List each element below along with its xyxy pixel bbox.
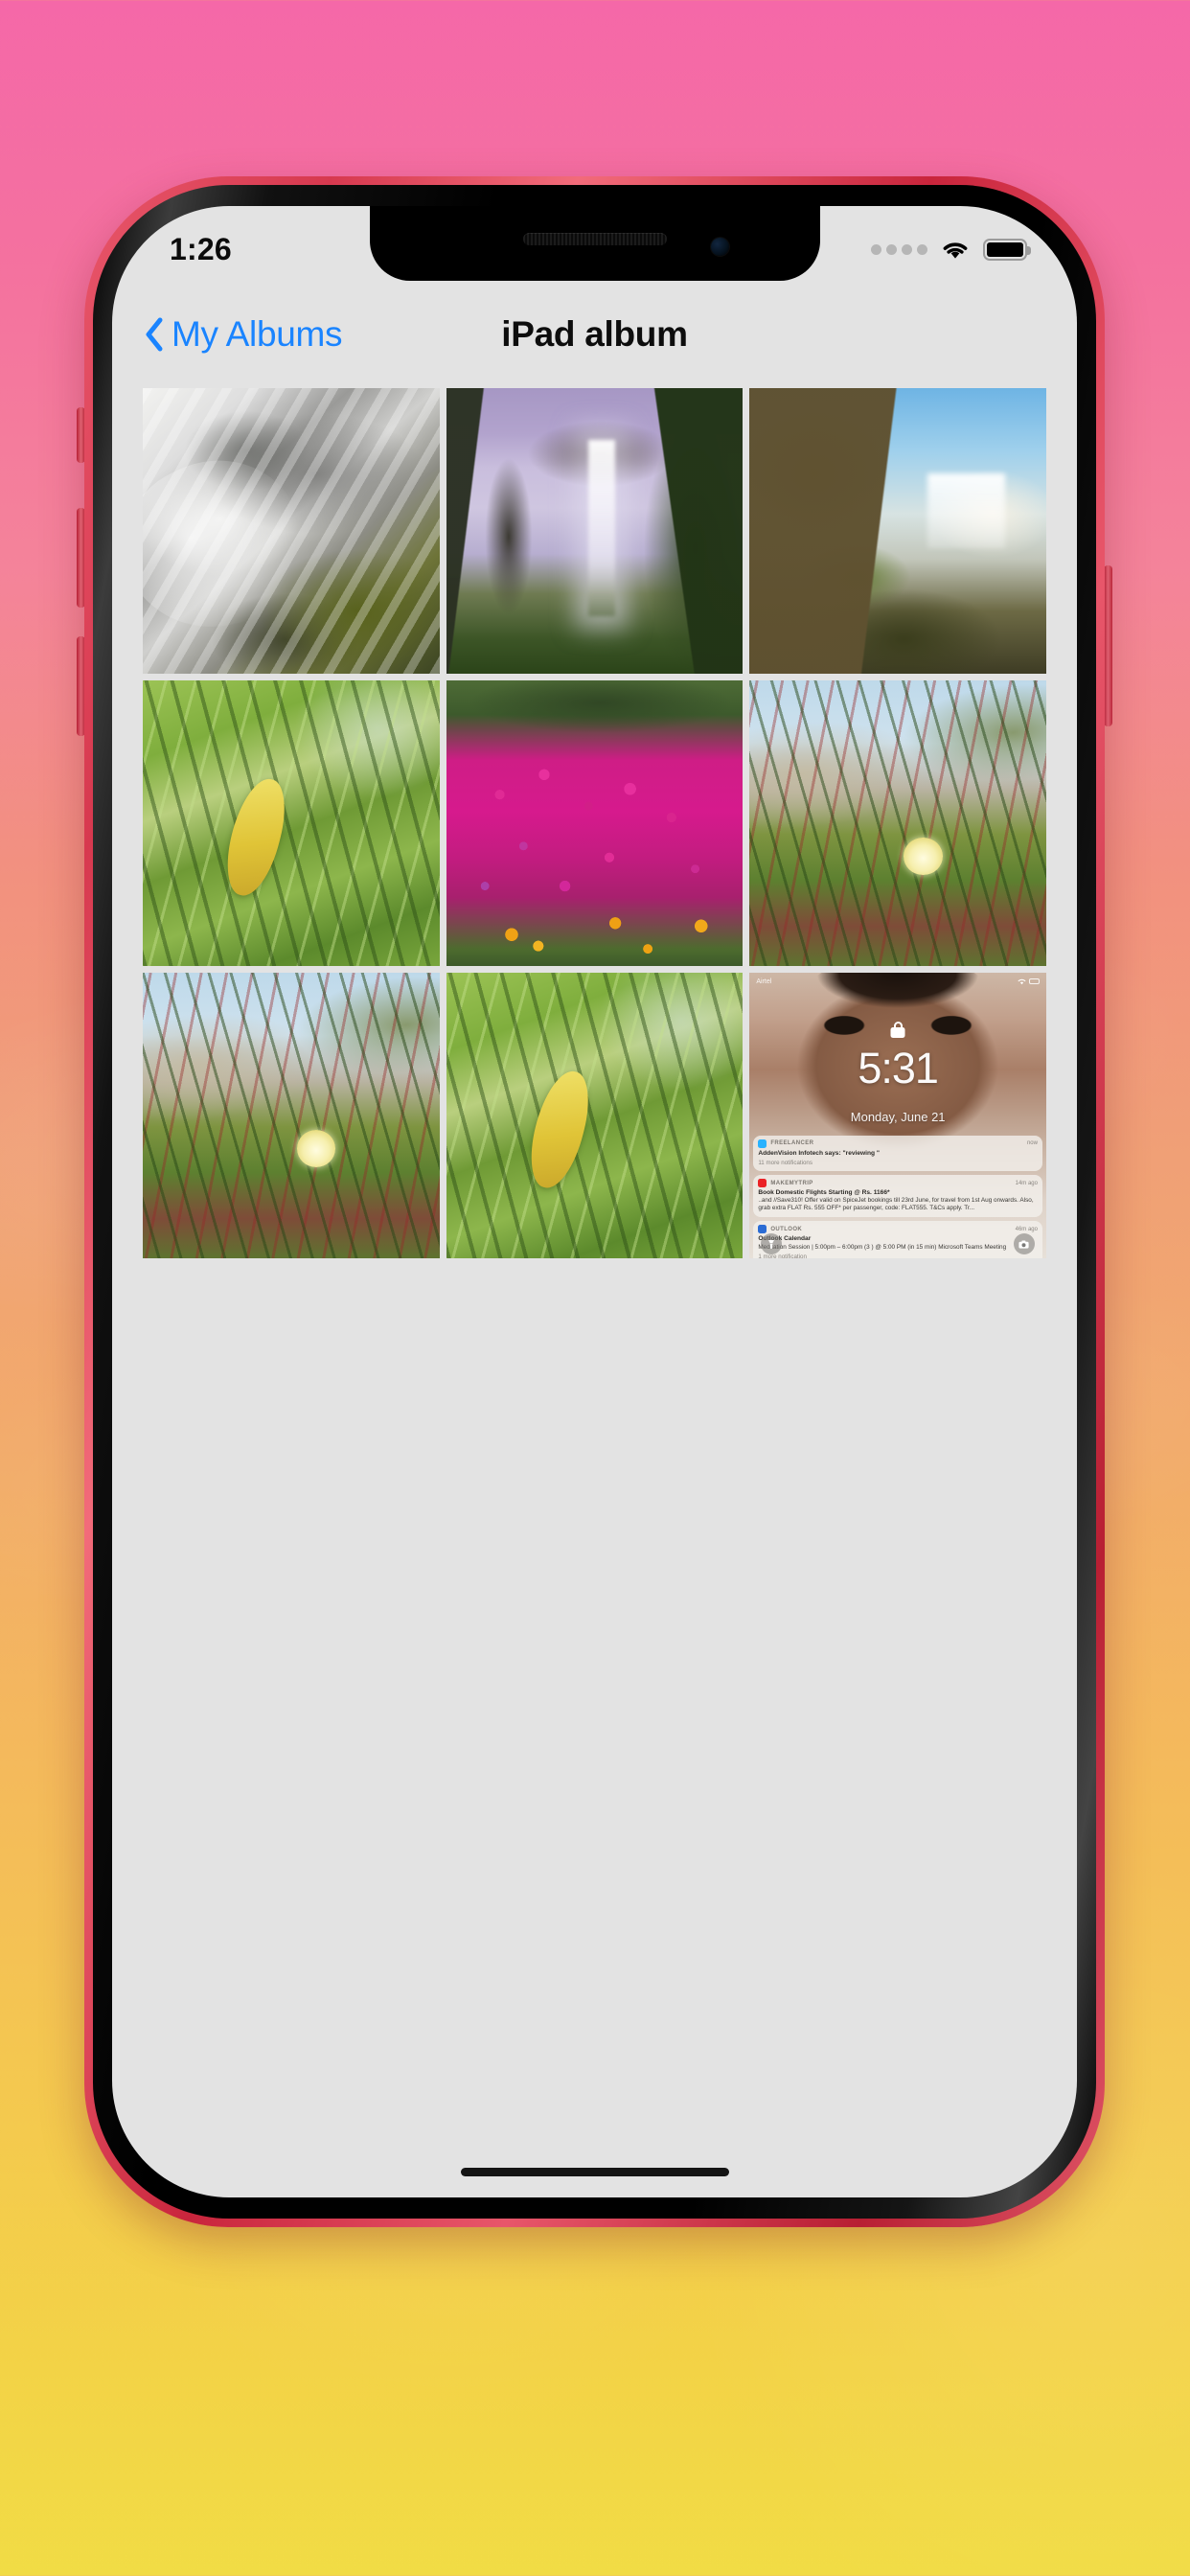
status-bar-time: 1:26 (170, 231, 232, 266)
notification-card: MAKEMYTRIP 14m ago Book Domestic Flights… (753, 1175, 1042, 1218)
notification-body: ..and //Save310! Offer valid on SpiceJet… (758, 1197, 1034, 1212)
photo-thumbnail-4[interactable] (143, 680, 440, 966)
photo-artwork (446, 973, 744, 1258)
photo-artwork (143, 388, 440, 674)
lockscreen-status-bar: Airtel (749, 976, 1046, 987)
notification-title: Book Domestic Flights Starting @ Rs. 116… (758, 1189, 890, 1197)
lock-icon (890, 1021, 905, 1038)
lockscreen-date: Monday, June 21 (850, 1110, 946, 1125)
photo-artwork (446, 680, 744, 966)
lockscreen-notification-list: FREELANCER now AddenVision Infotech says… (753, 1135, 1042, 1258)
notification-app-name: OUTLOOK (770, 1226, 803, 1232)
lockscreen-time: 5:31 (858, 1044, 939, 1093)
notification-more-count: 11 more notifications (758, 1160, 812, 1167)
app-icon-freelancer (758, 1138, 767, 1148)
app-icon-makemytrip (758, 1179, 767, 1188)
wifi-icon (1018, 978, 1026, 984)
chevron-left-icon (146, 317, 163, 352)
status-bar: 1:26 (112, 206, 1077, 281)
photo-artwork: Airtel 5:31 Monday, June 21 FREELANCER n… (749, 973, 1046, 1258)
photo-artwork (749, 680, 1046, 966)
battery-icon (983, 238, 1031, 261)
device-bezel: 1:26 My Albums iPad album Airtel 5:31 Mo… (93, 185, 1096, 2219)
notification-app-name: MAKEMYTRIP (770, 1180, 813, 1186)
photo-artwork (749, 388, 1046, 674)
notification-header: OUTLOOK 46m ago (758, 1225, 1038, 1234)
photo-thumbnail-8[interactable] (446, 973, 744, 1258)
battery-icon (1028, 978, 1040, 984)
photo-thumbnail-3[interactable] (749, 388, 1046, 674)
photo-thumbnail-5[interactable] (446, 680, 744, 966)
photo-thumbnail-6[interactable] (749, 680, 1046, 966)
photo-artwork (446, 388, 744, 674)
home-indicator[interactable] (460, 2168, 729, 2176)
photo-artwork (143, 973, 440, 1258)
power-button[interactable] (1104, 565, 1112, 726)
lockscreen-carrier: Airtel (756, 978, 772, 985)
notification-card: OUTLOOK 46m ago Outlook Calendar Meditat… (753, 1221, 1042, 1258)
cellular-signal-icon (871, 243, 927, 255)
wifi-icon (943, 242, 968, 259)
photo-thumbnail-7[interactable] (143, 973, 440, 1258)
iphone-device-frame: 1:26 My Albums iPad album Airtel 5:31 Mo… (84, 176, 1105, 2227)
notification-timestamp: 46m ago (1015, 1226, 1038, 1232)
notification-header: MAKEMYTRIP 14m ago (758, 1179, 1038, 1188)
photo-thumbnail-2[interactable] (446, 388, 744, 674)
photo-artwork (143, 680, 440, 966)
device-screen: 1:26 My Albums iPad album Airtel 5:31 Mo… (112, 206, 1077, 2197)
notification-card: FREELANCER now AddenVision Infotech says… (753, 1135, 1042, 1172)
notification-body: Meditation Session | 5:00pm – 6:00pm (3 … (758, 1243, 1007, 1251)
photo-thumbnail-1[interactable] (143, 388, 440, 674)
notification-timestamp: now (1026, 1140, 1038, 1147)
app-icon-outlook (758, 1225, 767, 1234)
notification-header: FREELANCER now (758, 1138, 1038, 1148)
notification-title: AddenVision Infotech says: "reviewing " (758, 1149, 881, 1157)
notification-app-name: FREELANCER (770, 1140, 814, 1147)
back-button-label: My Albums (172, 314, 343, 354)
notification-more-count: 1 more notification (758, 1253, 807, 1258)
photo-thumbnail-9-lockscreen[interactable]: Airtel 5:31 Monday, June 21 FREELANCER n… (749, 973, 1046, 1258)
navigation-bar: My Albums iPad album (112, 281, 1077, 388)
notification-title: Outlook Calendar (758, 1235, 812, 1243)
status-bar-indicators (871, 238, 1031, 261)
back-button-my-albums[interactable]: My Albums (145, 314, 343, 355)
lockscreen-status-icons (1018, 978, 1040, 985)
notification-timestamp: 14m ago (1015, 1180, 1038, 1186)
photo-grid: Airtel 5:31 Monday, June 21 FREELANCER n… (112, 388, 1077, 1258)
